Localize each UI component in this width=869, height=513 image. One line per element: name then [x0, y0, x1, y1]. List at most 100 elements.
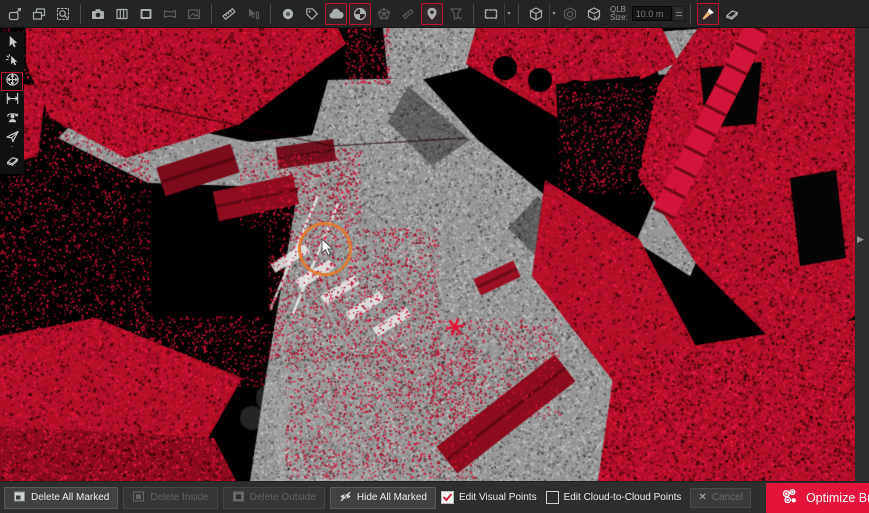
- filter-button[interactable]: [445, 3, 467, 25]
- fly-mode-button[interactable]: [1, 129, 23, 148]
- eraser-tool-icon: [5, 153, 20, 173]
- toolbar-group: ▾: [479, 3, 513, 25]
- rect-select-dropdown-caret[interactable]: ▾: [504, 3, 513, 25]
- toolbar-group: [86, 3, 206, 25]
- scene-link-icon: [7, 6, 23, 22]
- edit-visual-points-checkbox[interactable]: [441, 491, 454, 504]
- cancel-x-icon: ✕: [698, 492, 706, 503]
- sphere-shading-icon: [352, 6, 368, 22]
- qlb-size-stepper[interactable]: [673, 6, 685, 21]
- inspect-cursor-button[interactable]: [242, 3, 264, 25]
- delete-inside-icon: [132, 490, 145, 506]
- panorama-view-button[interactable]: [159, 3, 181, 25]
- single-view-icon: [138, 6, 154, 22]
- point-cloud-button[interactable]: [325, 3, 347, 25]
- select-arrow-icon: [5, 34, 20, 54]
- inspect-cursor-icon: [245, 6, 261, 22]
- wireframe-icon: [376, 6, 392, 22]
- distance-measure-button[interactable]: [1, 91, 23, 110]
- tag-icon: [304, 6, 320, 22]
- multi-select-button[interactable]: [1, 53, 23, 72]
- viewport-canvas[interactable]: [0, 28, 855, 481]
- single-view-button[interactable]: [135, 3, 157, 25]
- measure-icon: [221, 6, 237, 22]
- orbit-view-button[interactable]: [1, 110, 23, 129]
- box-sphere-icon: [562, 6, 578, 22]
- toolbar-group: ▾MQLBSize:10.0 m: [524, 3, 685, 25]
- point-cloud-icon: [328, 6, 344, 22]
- brush-button[interactable]: [697, 3, 719, 25]
- qlb-size-input[interactable]: 10.0 m: [632, 6, 672, 21]
- panel-expander-chevron-icon[interactable]: ▶: [857, 234, 864, 245]
- cancel-label: Cancel: [712, 492, 743, 503]
- brush-icon: [700, 6, 716, 22]
- multi-select-icon: [5, 53, 20, 73]
- optimize-bundle-button[interactable]: Optimize Bundle: [766, 483, 869, 513]
- toolbar-separator: [80, 4, 81, 24]
- delete-all-marked-button[interactable]: Delete All Marked: [4, 487, 118, 509]
- select-arrow-button[interactable]: [1, 34, 23, 53]
- delete-marked-icon: [13, 490, 26, 506]
- sphere-shading-button[interactable]: [349, 3, 371, 25]
- render-disc-icon: [280, 6, 296, 22]
- toolbar-separator: [270, 4, 271, 24]
- edit-cloud-to-cloud-points-label: Edit Cloud-to-Cloud Points: [564, 492, 682, 503]
- mini-ruler-button[interactable]: [397, 3, 419, 25]
- rect-select-button[interactable]: [480, 3, 502, 25]
- split-view-icon: [114, 6, 130, 22]
- eraser-icon: [724, 6, 740, 22]
- top-toolbar: ▾▾MQLBSize:10.0 m: [0, 0, 869, 28]
- location-pin-button[interactable]: [421, 3, 443, 25]
- clip-box-button[interactable]: [525, 3, 547, 25]
- pan-move-icon: [5, 72, 20, 92]
- measure-button[interactable]: [218, 3, 240, 25]
- right-panel-strip: ▶: [855, 28, 869, 481]
- box-m-button[interactable]: M: [583, 3, 605, 25]
- toolbar-group: [217, 3, 265, 25]
- fly-mode-icon: [5, 129, 20, 149]
- windows-layout-icon: [31, 6, 47, 22]
- render-disc-button[interactable]: [277, 3, 299, 25]
- bottom-bar-right-group: Edit Visual Points Edit Cloud-to-Cloud Po…: [441, 483, 869, 513]
- eraser-button[interactable]: [721, 3, 743, 25]
- delete-all-marked-label: Delete All Marked: [31, 492, 109, 503]
- panorama-view-icon: [162, 6, 178, 22]
- box-sphere-button[interactable]: [559, 3, 581, 25]
- windows-layout-button[interactable]: [28, 3, 50, 25]
- edit-visual-points-label: Edit Visual Points: [459, 492, 537, 503]
- clip-box-dropdown-caret[interactable]: ▾: [549, 3, 558, 25]
- scene-link-button[interactable]: [4, 3, 26, 25]
- hide-all-marked-label: Hide All Marked: [357, 492, 427, 503]
- camera-button[interactable]: [87, 3, 109, 25]
- delete-inside-label: Delete Inside: [150, 492, 208, 503]
- toolbar-group: [3, 3, 75, 25]
- left-tool-palette: ˇ: [0, 32, 24, 174]
- zoom-region-button[interactable]: [52, 3, 74, 25]
- eraser-tool-button[interactable]: [1, 153, 23, 172]
- box-m-icon: M: [586, 6, 602, 22]
- split-view-button[interactable]: [111, 3, 133, 25]
- images-view-icon: [186, 6, 202, 22]
- delete-outside-button[interactable]: Delete Outside: [223, 487, 325, 509]
- images-view-button[interactable]: [183, 3, 205, 25]
- distance-measure-icon: [5, 91, 20, 111]
- cancel-button[interactable]: ✕ Cancel: [690, 488, 751, 508]
- filter-icon: [448, 6, 464, 22]
- location-pin-icon: [424, 6, 440, 22]
- tag-button[interactable]: [301, 3, 323, 25]
- hide-all-marked-button[interactable]: Hide All Marked: [330, 487, 436, 509]
- mini-ruler-icon: [400, 6, 416, 22]
- qlb-label-line2: Size:: [610, 14, 628, 22]
- delete-inside-button[interactable]: Delete Inside: [123, 487, 217, 509]
- toolbar-separator: [690, 4, 691, 24]
- toolbar-separator: [473, 4, 474, 24]
- delete-outside-icon: [232, 490, 245, 506]
- edit-visual-points-checkbox-row[interactable]: Edit Visual Points: [441, 491, 537, 504]
- wireframe-button[interactable]: [373, 3, 395, 25]
- edit-cloud-to-cloud-points-checkbox[interactable]: [546, 491, 559, 504]
- edit-cloud-to-cloud-points-checkbox-row[interactable]: Edit Cloud-to-Cloud Points: [546, 491, 682, 504]
- rect-select-icon: [483, 6, 499, 22]
- toolbar-separator: [211, 4, 212, 24]
- point-cloud-editor-window: ▾▾MQLBSize:10.0 m ˇ ▶ Delete All MarkedD…: [0, 0, 869, 513]
- pan-move-button[interactable]: [1, 72, 23, 91]
